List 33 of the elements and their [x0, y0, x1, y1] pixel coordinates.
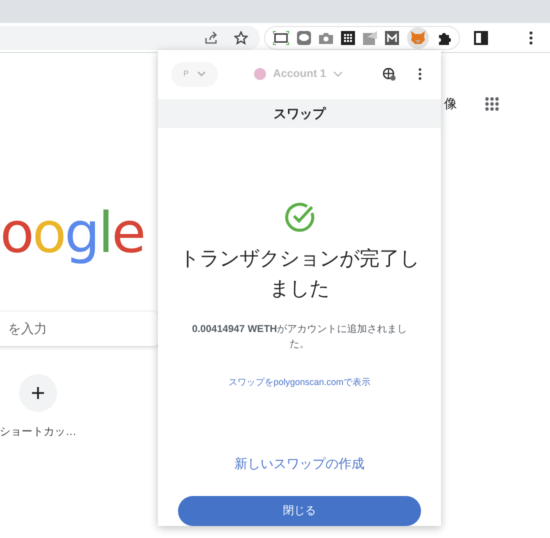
google-logo: oogle [0, 206, 144, 262]
explorer-link[interactable]: スワップをpolygonscan.comで表示 [228, 376, 371, 390]
shortcut-label: ショートカッ… [0, 425, 76, 440]
folded-square-icon[interactable] [363, 30, 377, 44]
more-menu-icon[interactable] [529, 30, 533, 44]
fox-extension-button[interactable] [407, 26, 429, 48]
puzzle-icon[interactable] [437, 30, 451, 44]
more-menu-icon[interactable] [418, 68, 422, 80]
search-placeholder: を入力 [8, 320, 47, 338]
new-swap-link[interactable]: 新しいスワップの作成 [234, 454, 364, 473]
grid-icon[interactable] [341, 30, 355, 44]
popup-title: スワップ [274, 104, 326, 123]
screen-capture-icon[interactable] [273, 30, 289, 44]
success-message: 0.00414947 WETHがアカウントに追加されました。 [190, 322, 408, 352]
fox-icon [411, 31, 425, 44]
chevron-down-icon [333, 71, 344, 78]
add-shortcut-button[interactable] [19, 374, 57, 412]
plus-icon [32, 387, 44, 399]
images-link[interactable]: 像 [444, 94, 457, 114]
star-icon[interactable] [234, 30, 248, 44]
apps-grid-icon[interactable] [485, 96, 499, 111]
account-avatar [254, 68, 266, 80]
camera-icon[interactable] [319, 32, 333, 44]
chevron-down-icon [196, 71, 206, 78]
close-button[interactable]: 閉じる [178, 496, 421, 526]
chat-bubble-icon[interactable] [297, 30, 311, 44]
share-icon[interactable] [204, 30, 218, 44]
globe-icon[interactable] [383, 68, 396, 81]
side-panel-icon[interactable] [474, 30, 488, 44]
m-logo-icon[interactable] [385, 30, 399, 44]
success-heading: トランザクションが完了しました [178, 247, 420, 302]
search-field[interactable]: を入力 [0, 312, 158, 346]
check-circle-icon [284, 202, 314, 232]
